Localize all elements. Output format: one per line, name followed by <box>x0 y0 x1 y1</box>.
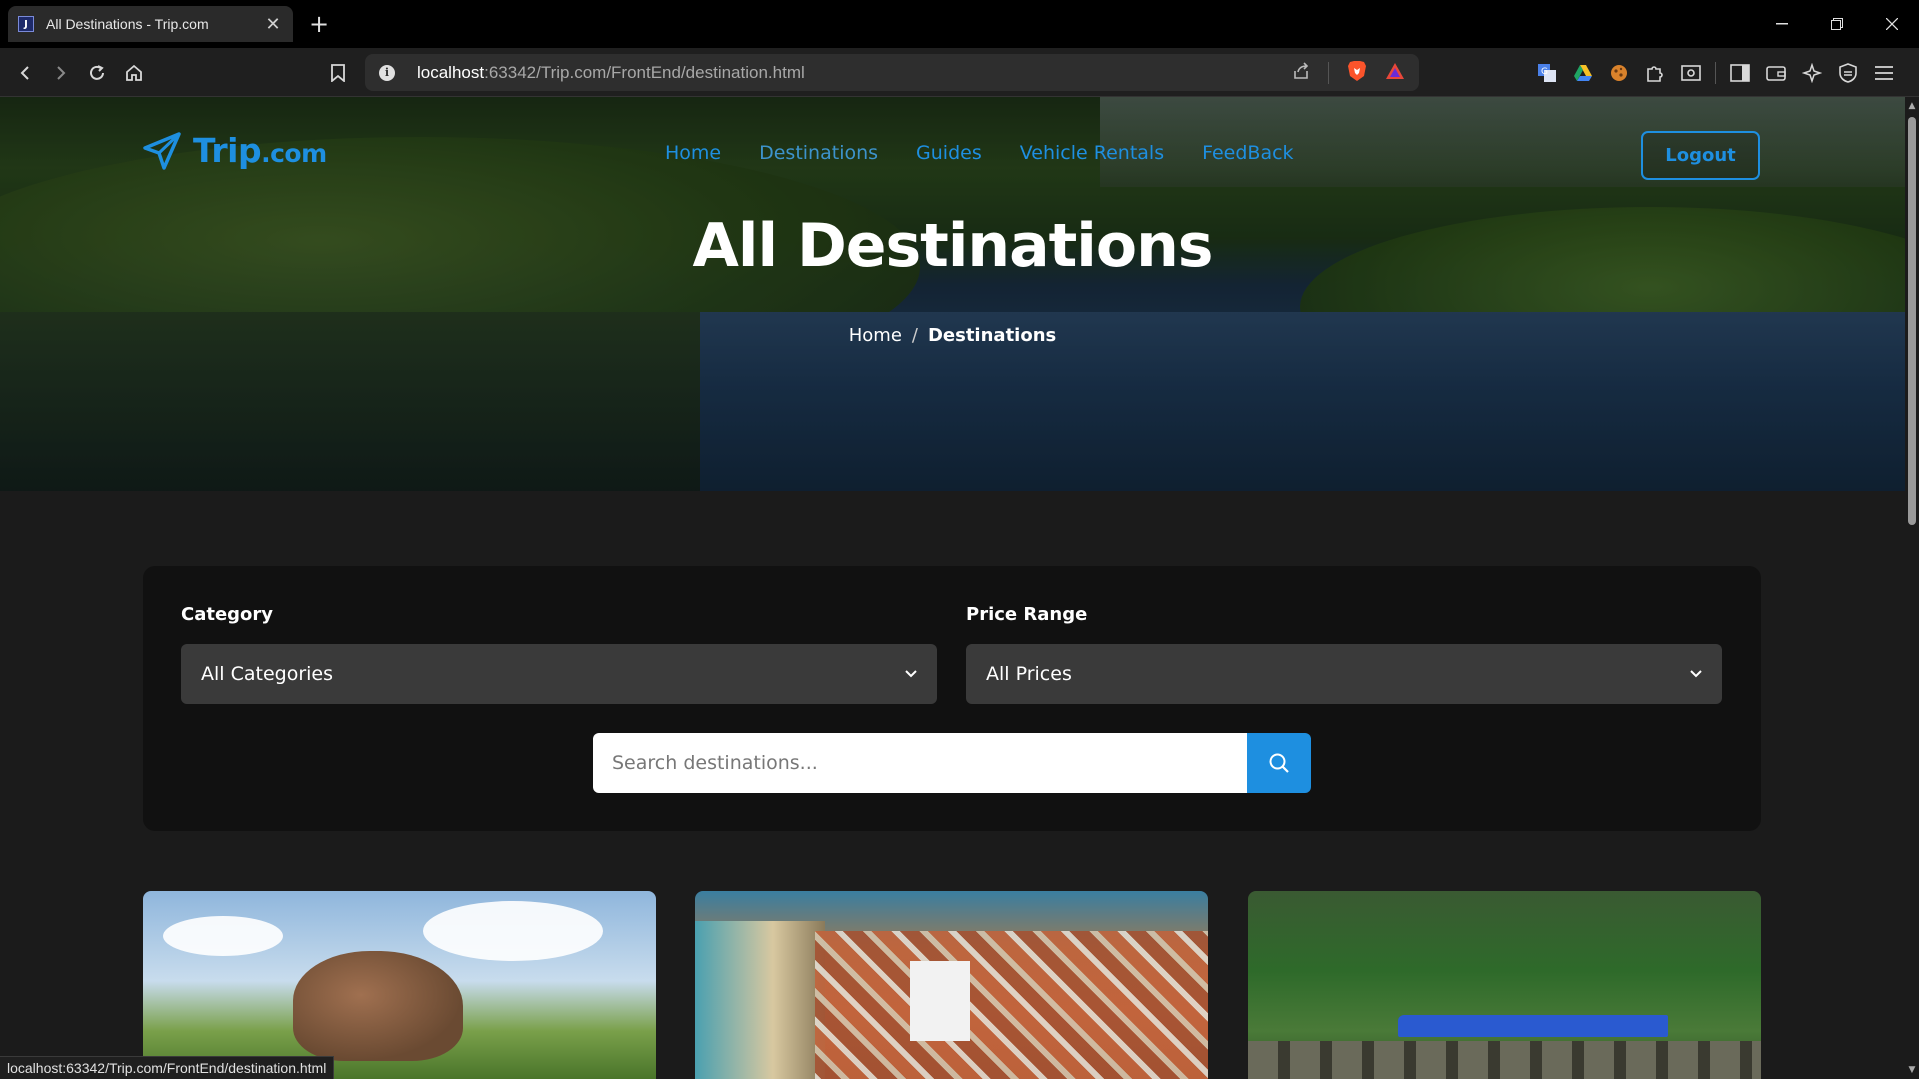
logout-button[interactable]: Logout <box>1641 131 1760 180</box>
chevron-down-icon <box>1690 670 1702 678</box>
browser-tab[interactable]: J All Destinations - Trip.com ✕ <box>8 6 293 42</box>
browser-tab-bar: J All Destinations - Trip.com ✕ + <box>0 0 1919 48</box>
image-beach <box>695 921 825 1079</box>
price-range-label: Price Range <box>966 604 1088 625</box>
tab-favicon-icon: J <box>18 16 34 32</box>
logo-name: Trip <box>193 131 262 170</box>
search-icon <box>1269 753 1289 773</box>
page-scrollbar[interactable]: ▲ ▼ <box>1905 97 1919 1079</box>
minimize-icon[interactable] <box>1754 0 1809 48</box>
filter-panel: Category All Categories Price Range All … <box>143 566 1761 831</box>
breadcrumb-current: Destinations <box>927 325 1057 346</box>
close-window-icon[interactable] <box>1864 0 1919 48</box>
extensions-puzzle-icon[interactable] <box>1643 61 1667 85</box>
sidebar-toggle-icon[interactable] <box>1728 61 1752 85</box>
destination-card-image[interactable] <box>1248 891 1761 1079</box>
browser-toolbar: i localhost:63342/Trip.com/FrontEnd/dest… <box>0 48 1919 97</box>
google-drive-icon[interactable] <box>1571 61 1595 85</box>
search-input[interactable] <box>612 752 1228 774</box>
restore-icon[interactable] <box>1809 0 1864 48</box>
vpn-shield-icon[interactable] <box>1836 61 1860 85</box>
image-cloud <box>423 901 603 961</box>
home-icon[interactable] <box>118 57 150 89</box>
svg-text:G: G <box>1541 67 1548 77</box>
share-icon[interactable] <box>1292 61 1310 84</box>
price-range-select[interactable]: All Prices <box>966 644 1722 704</box>
url-divider <box>1328 61 1329 84</box>
scroll-down-icon[interactable]: ▼ <box>1907 1065 1917 1075</box>
breadcrumb: Home / Destinations <box>0 325 1905 346</box>
site-logo[interactable]: Trip.com <box>143 131 327 170</box>
paper-plane-icon <box>143 131 181 170</box>
image-bridge <box>1248 1041 1761 1079</box>
forward-icon[interactable] <box>44 57 76 89</box>
tab-title: All Destinations - Trip.com <box>46 16 209 32</box>
nav-link-feedback[interactable]: FeedBack <box>1202 142 1293 164</box>
logo-suffix: .com <box>261 139 327 168</box>
nav-link-destinations[interactable]: Destinations <box>759 142 878 164</box>
new-tab-button[interactable]: + <box>305 10 333 38</box>
search-button[interactable] <box>1247 733 1311 793</box>
search-field[interactable] <box>593 733 1247 793</box>
category-selected-value: All Categories <box>201 663 334 685</box>
category-label: Category <box>181 604 274 625</box>
image-church <box>910 961 970 1041</box>
destination-card-image[interactable] <box>695 891 1208 1079</box>
nav-link-vehicle-rentals[interactable]: Vehicle Rentals <box>1020 142 1164 164</box>
page-viewport: Trip.com Home Destinations Guides Vehicl… <box>0 97 1905 1079</box>
leo-ai-icon[interactable] <box>1800 61 1824 85</box>
menu-icon[interactable] <box>1872 61 1896 85</box>
nav-link-guides[interactable]: Guides <box>916 142 982 164</box>
address-bar[interactable]: i localhost:63342/Trip.com/FrontEnd/dest… <box>365 54 1419 91</box>
url-host: localhost <box>417 62 485 82</box>
site-info-icon[interactable]: i <box>379 64 395 81</box>
price-selected-value: All Prices <box>986 663 1072 685</box>
image-rock <box>293 951 463 1061</box>
reload-icon[interactable] <box>81 57 113 89</box>
logo-text: Trip.com <box>193 131 327 170</box>
window-controls <box>1754 0 1919 48</box>
nav-link-home[interactable]: Home <box>665 142 721 164</box>
url-path: :63342/Trip.com/FrontEnd/destination.htm… <box>484 62 805 82</box>
toolbar-divider <box>1715 62 1716 84</box>
category-select[interactable]: All Categories <box>181 644 937 704</box>
back-icon[interactable] <box>10 57 42 89</box>
screen-capture-icon[interactable] <box>1679 61 1703 85</box>
bookmark-icon[interactable] <box>322 57 354 89</box>
destination-card-image[interactable] <box>143 891 656 1079</box>
image-rooftops <box>815 931 1208 1079</box>
breadcrumb-separator: / <box>911 325 918 346</box>
image-train <box>1398 1015 1668 1037</box>
status-bar-url: localhost:63342/Trip.com/FrontEnd/destin… <box>0 1056 335 1079</box>
scroll-up-icon[interactable]: ▲ <box>1907 101 1917 111</box>
cookie-extension-icon[interactable] <box>1607 61 1631 85</box>
extensions-area: G <box>1535 57 1896 89</box>
tab-close-icon[interactable]: ✕ <box>263 14 283 35</box>
chevron-down-icon <box>905 670 917 678</box>
rewards-icon[interactable] <box>1385 62 1405 84</box>
page-title: All Destinations <box>692 211 1213 281</box>
translate-icon[interactable]: G <box>1535 61 1559 85</box>
brave-shield-icon[interactable] <box>1347 60 1367 86</box>
image-cloud <box>163 916 283 956</box>
wallet-icon[interactable] <box>1764 61 1788 85</box>
scrollbar-thumb[interactable] <box>1908 117 1916 525</box>
hero-banner: Trip.com Home Destinations Guides Vehicl… <box>0 97 1905 491</box>
main-navigation: Home Destinations Guides Vehicle Rentals… <box>665 142 1294 164</box>
breadcrumb-home[interactable]: Home <box>849 325 902 346</box>
